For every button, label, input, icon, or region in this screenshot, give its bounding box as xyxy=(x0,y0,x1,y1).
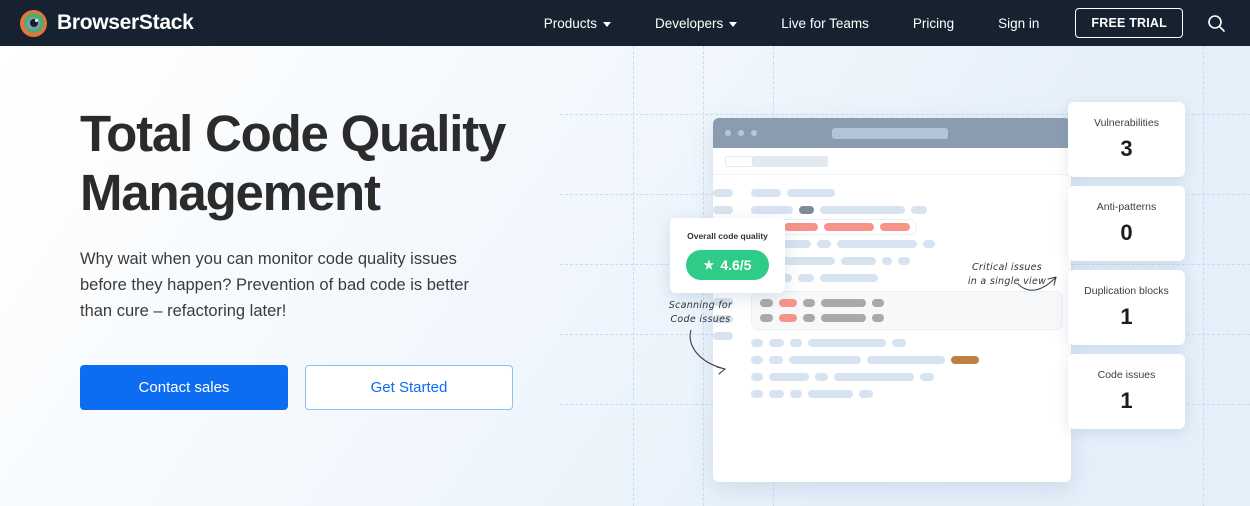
brand-name: BrowserStack xyxy=(57,11,194,34)
page-title: Total Code Quality Management xyxy=(80,105,506,222)
search-icon[interactable] xyxy=(1207,14,1226,33)
hero-section: Total Code Quality Management Why wait w… xyxy=(0,46,1250,506)
overall-code-quality-card: Overall code quality ★ 4.6/5 xyxy=(670,218,785,293)
code-line xyxy=(751,189,1063,197)
annotation-scanning: Scanning for Code issues xyxy=(648,299,753,327)
metric-value: 3 xyxy=(1120,136,1133,161)
nav-item-label: Products xyxy=(543,15,597,31)
metric-card-vulnerabilities: Vulnerabilities 3 xyxy=(1068,102,1185,177)
nav-item-label: Sign in xyxy=(998,15,1040,31)
url-bar-placeholder xyxy=(832,127,948,139)
annotation-line-2: Code issues xyxy=(670,313,731,325)
nav-item-products[interactable]: Products xyxy=(522,16,633,31)
metric-label: Anti-patterns xyxy=(1096,201,1157,213)
metric-label: Vulnerabilities xyxy=(1094,117,1159,129)
nav-item-sign-in[interactable]: Sign in xyxy=(976,16,1061,31)
code-line xyxy=(751,390,1063,398)
brand-logo-link[interactable]: BrowserStack xyxy=(20,9,194,37)
chevron-down-icon xyxy=(729,21,738,27)
get-started-button[interactable]: Get Started xyxy=(305,364,513,410)
hero-subcopy: Why wait when you can monitor code quali… xyxy=(80,250,469,321)
tab-placeholder xyxy=(753,155,828,167)
cta-row: Contact sales Get Started xyxy=(80,364,580,410)
code-line-critical xyxy=(751,219,1063,235)
contact-sales-button[interactable]: Contact sales xyxy=(80,364,288,410)
chevron-down-icon xyxy=(603,21,611,27)
code-line xyxy=(751,339,1063,347)
nav-item-live-for-teams[interactable]: Live for Teams xyxy=(759,16,891,31)
metric-value: 1 xyxy=(1120,304,1133,329)
code-line xyxy=(760,299,1054,307)
browser-mockup xyxy=(713,118,1071,482)
code-line xyxy=(751,240,1063,248)
metric-label: Code issues xyxy=(1097,369,1156,381)
window-dot-icon xyxy=(751,130,757,136)
metric-label: Duplication blocks xyxy=(1084,285,1169,297)
nav-item-developers[interactable]: Developers xyxy=(633,16,759,31)
top-navigation-bar: BrowserStack Products Developers Live fo… xyxy=(0,0,1250,46)
quality-card-label: Overall code quality xyxy=(687,231,768,241)
metric-value: 1 xyxy=(1120,388,1133,413)
annotation-arrow-critical xyxy=(1017,276,1057,291)
metric-card-duplication-blocks: Duplication blocks 1 xyxy=(1068,270,1185,345)
window-dot-icon xyxy=(738,130,744,136)
nav-item-label: Pricing xyxy=(912,15,955,31)
annotation-line-1: Scanning for xyxy=(668,300,733,311)
browserstack-eye-logo-icon xyxy=(20,9,47,37)
code-line xyxy=(751,373,1063,381)
window-dot-icon xyxy=(725,130,731,136)
nav-links: Products Developers Live for Teams Prici… xyxy=(522,8,1232,38)
critical-issue-group xyxy=(777,219,917,235)
code-line xyxy=(760,314,1054,322)
quality-score-pill: ★ 4.6/5 xyxy=(685,250,770,280)
browser-toolbar xyxy=(713,148,1071,175)
hero-copy: Total Code Quality Management Why wait w… xyxy=(80,104,580,410)
code-line xyxy=(751,206,1063,214)
quality-score-value: 4.6/5 xyxy=(720,257,752,273)
metric-card-anti-patterns: Anti-patterns 0 xyxy=(1068,186,1185,261)
nav-item-label: Live for Teams xyxy=(781,15,869,31)
star-icon: ★ xyxy=(703,258,715,272)
annotation-arrow-scanning xyxy=(689,329,726,375)
free-trial-button[interactable]: FREE TRIAL xyxy=(1075,8,1183,38)
metric-card-code-issues: Code issues 1 xyxy=(1068,354,1185,429)
code-line xyxy=(751,356,1063,364)
nav-item-label: Developers xyxy=(655,15,724,31)
browser-titlebar xyxy=(713,118,1071,148)
nav-item-pricing[interactable]: Pricing xyxy=(891,16,976,31)
metric-value: 0 xyxy=(1120,220,1133,245)
tab-placeholder xyxy=(725,155,753,167)
